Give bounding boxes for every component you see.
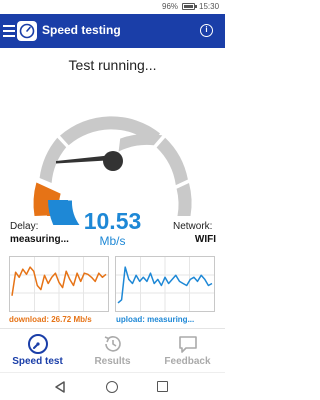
recent-apps-icon[interactable] xyxy=(157,381,168,392)
tab-results[interactable]: Results xyxy=(75,329,150,373)
gauge-segment-right xyxy=(156,137,188,186)
upload-caption: upload: measuring... xyxy=(116,315,195,324)
speed-gauge xyxy=(33,116,192,225)
network-label: Network: xyxy=(173,221,213,232)
chat-bubble-icon xyxy=(179,336,197,353)
app-bar: Speed testing i xyxy=(0,14,225,48)
clock: 15:30 xyxy=(199,2,220,11)
history-icon xyxy=(104,336,121,352)
home-icon[interactable] xyxy=(106,381,118,393)
speedometer-icon xyxy=(28,334,48,354)
status-bar: 96% 15:30 xyxy=(0,0,225,14)
tab-speed-test-label: Speed test xyxy=(12,356,63,367)
network-value: WIFI xyxy=(194,234,216,245)
app-title: Speed testing xyxy=(42,23,121,37)
battery-percent: 96% xyxy=(162,2,179,11)
info-icon[interactable]: i xyxy=(200,24,213,37)
download-graph xyxy=(9,256,109,312)
bottom-nav: Speed test Results Feedback xyxy=(0,328,225,372)
app-logo xyxy=(17,21,37,41)
tab-feedback[interactable]: Feedback xyxy=(150,329,225,373)
tab-feedback-label: Feedback xyxy=(164,356,211,367)
tab-results-label: Results xyxy=(94,356,131,367)
gauge-hub xyxy=(103,151,123,171)
test-status: Test running... xyxy=(68,57,157,73)
system-nav-bar xyxy=(0,372,225,400)
back-icon[interactable] xyxy=(54,381,66,393)
tab-speed-test[interactable]: Speed test xyxy=(0,329,75,373)
download-caption: download: 26.72 Mb/s xyxy=(9,315,92,324)
upload-graph xyxy=(115,256,215,312)
menu-icon[interactable] xyxy=(3,25,15,37)
battery-icon xyxy=(182,3,197,10)
expand-icon xyxy=(63,191,73,201)
